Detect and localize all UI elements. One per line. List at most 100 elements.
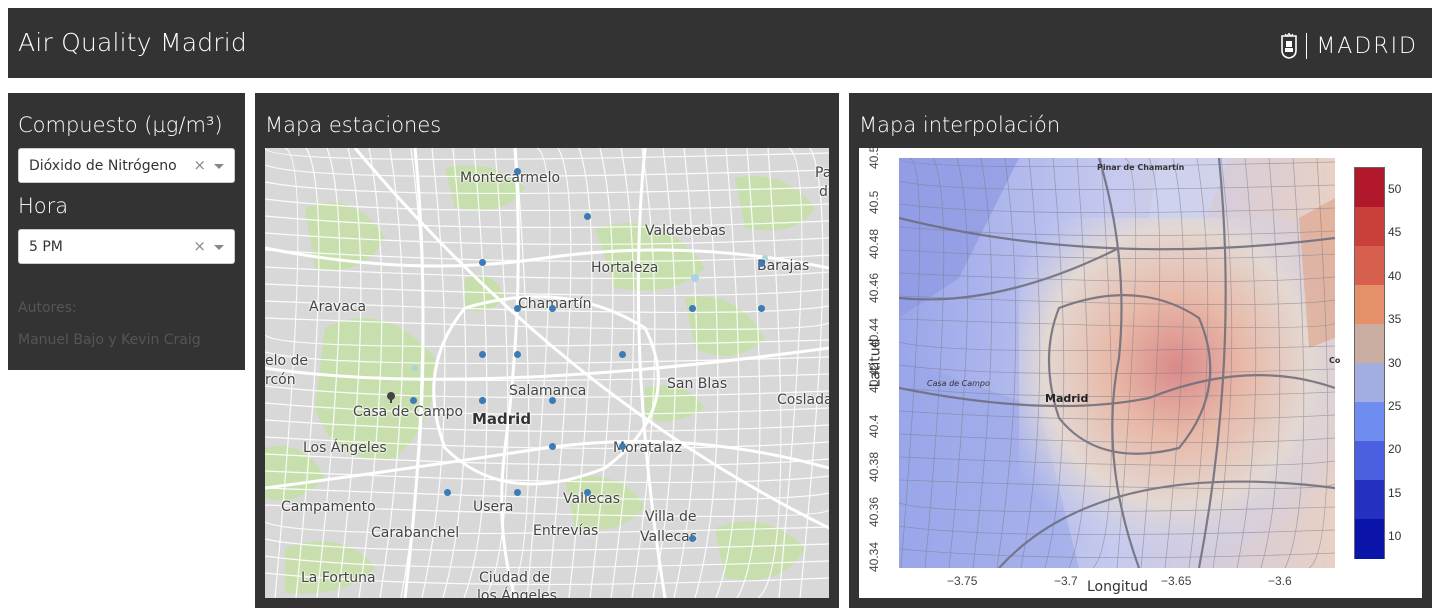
station-marker[interactable]: [514, 168, 521, 175]
map-place-label: Coslada: [777, 392, 829, 408]
station-marker[interactable]: [549, 305, 556, 312]
basemap-label-co: Co: [1329, 356, 1341, 365]
y-tick-label: 40.46: [867, 273, 881, 304]
y-tick-label: 40.34: [867, 541, 881, 572]
x-tick-label: −3.7: [1054, 574, 1078, 588]
authors-label: Autores:: [18, 300, 77, 316]
y-tick-label: 40.38: [867, 452, 881, 483]
map-place-label: d: [819, 184, 828, 200]
compound-select[interactable]: Dióxido de Nitrógeno ×: [18, 148, 235, 183]
station-marker[interactable]: [444, 489, 451, 496]
chevron-down-icon[interactable]: [214, 245, 224, 250]
station-marker[interactable]: [514, 305, 521, 312]
stations-map-title: Mapa estaciones: [265, 113, 442, 137]
map-place-label: Villa de: [645, 509, 697, 525]
legend-color-swatch: [1355, 363, 1384, 403]
color-legend: [1354, 167, 1385, 559]
y-tick-label: 40.36: [867, 497, 881, 528]
station-marker[interactable]: [549, 397, 556, 404]
x-tick-label: −3.75: [947, 574, 978, 588]
map-place-label: Barajas: [757, 258, 810, 274]
hour-select-value: 5 PM: [29, 239, 63, 255]
logo-text: MADRID: [1316, 33, 1418, 59]
station-marker[interactable]: [410, 397, 417, 404]
map-place-label: La Fortuna: [301, 570, 376, 586]
station-marker[interactable]: [584, 489, 591, 496]
interpolation-plot[interactable]: Pinar de Chamartín Casa de Campo Madrid …: [859, 148, 1422, 598]
map-place-label: Campamento: [281, 499, 376, 515]
map-place-label: Aravaca: [309, 299, 367, 315]
stations-map-panel: Mapa estaciones Montecarmelo Valdebebas …: [255, 93, 839, 608]
y-axis-title: Latitud: [867, 338, 884, 388]
hour-select[interactable]: 5 PM ×: [18, 229, 235, 264]
legend-color-swatch: [1355, 168, 1384, 208]
station-marker[interactable]: [584, 213, 591, 220]
chevron-down-icon[interactable]: [214, 164, 224, 169]
basemap-label-casa-de-campo: Casa de Campo: [927, 379, 990, 388]
legend-tick-label: 45: [1388, 225, 1402, 240]
map-place-label: Entrevías: [533, 523, 599, 539]
station-marker[interactable]: [758, 260, 765, 267]
station-marker[interactable]: [514, 489, 521, 496]
legend-color-swatch: [1355, 441, 1384, 481]
map-place-label: Valdebebas: [645, 223, 726, 239]
compound-label: Compuesto (µg/m³): [18, 113, 223, 137]
app-title: Air Quality Madrid: [18, 28, 248, 57]
legend-tick-label: 40: [1388, 268, 1402, 283]
station-marker[interactable]: [619, 351, 626, 358]
legend-tick-label: 10: [1388, 529, 1402, 544]
station-marker[interactable]: [479, 259, 486, 266]
map-place-label: los Ángeles: [477, 588, 557, 598]
x-axis-title: Longitud: [1087, 579, 1149, 595]
y-tick-label: 40.52: [867, 148, 881, 169]
map-place-label: Salamanca: [509, 383, 587, 399]
map-place-label: Carabanchel: [371, 525, 460, 541]
map-place-label: Hortaleza: [591, 260, 659, 276]
map-place-label: Los Ángeles: [303, 440, 387, 456]
x-tick-label: −3.65: [1161, 574, 1192, 588]
station-marker[interactable]: [689, 305, 696, 312]
station-marker[interactable]: [549, 443, 556, 450]
y-tick-label: 40.48: [867, 228, 881, 259]
madrid-shield-icon: [1281, 33, 1298, 59]
clear-hour-icon[interactable]: ×: [193, 237, 206, 255]
map-place-label: Usera: [473, 499, 514, 515]
station-marker[interactable]: [479, 397, 486, 404]
basemap-label-pinar: Pinar de Chamartín: [1097, 163, 1185, 172]
y-tick-label: 40.5: [867, 190, 881, 214]
legend-color-swatch: [1355, 519, 1384, 559]
clear-compound-icon[interactable]: ×: [193, 156, 206, 174]
legend-color-swatch: [1355, 207, 1384, 247]
map-place-label: rcón: [265, 372, 296, 388]
park-tree-icon: [387, 392, 395, 403]
y-tick-label: 40.4: [867, 414, 881, 438]
legend-tick-label: 20: [1388, 442, 1402, 457]
map-place-label: Pa: [815, 165, 829, 181]
station-marker[interactable]: [514, 351, 521, 358]
legend-tick-label: 35: [1388, 312, 1402, 327]
interpolation-map-title: Mapa interpolación: [859, 113, 1061, 137]
legend-tick-label: 25: [1388, 399, 1402, 413]
station-marker[interactable]: [619, 443, 626, 450]
logo-separator: [1306, 33, 1308, 59]
madrid-logo: MADRID: [1280, 32, 1418, 60]
controls-panel: Compuesto (µg/m³) Dióxido de Nitrógeno ×…: [8, 93, 245, 370]
map-place-label: Montecarmelo: [460, 170, 561, 186]
station-marker[interactable]: [758, 305, 765, 312]
map-place-label: San Blas: [667, 376, 728, 392]
legend-color-swatch: [1355, 402, 1384, 442]
hour-label: Hora: [18, 194, 69, 218]
station-marker[interactable]: [689, 535, 696, 542]
map-place-label: elo de: [265, 353, 309, 369]
map-place-label: Vallecas: [563, 491, 621, 507]
map-place-label: Casa de Campo: [353, 404, 464, 420]
stations-map[interactable]: Montecarmelo Valdebebas Hortaleza Barajas Ar…: [265, 148, 829, 598]
station-marker[interactable]: [479, 351, 486, 358]
map-place-label: Madrid: [472, 410, 532, 428]
legend-tick-label: 15: [1388, 485, 1402, 500]
app-header: Air Quality Madrid MADRID: [8, 8, 1432, 78]
interpolation-heatmap: [899, 158, 1335, 568]
legend-color-swatch: [1355, 246, 1384, 286]
legend-color-swatch: [1355, 285, 1384, 325]
compound-select-value: Dióxido de Nitrógeno: [29, 158, 177, 174]
